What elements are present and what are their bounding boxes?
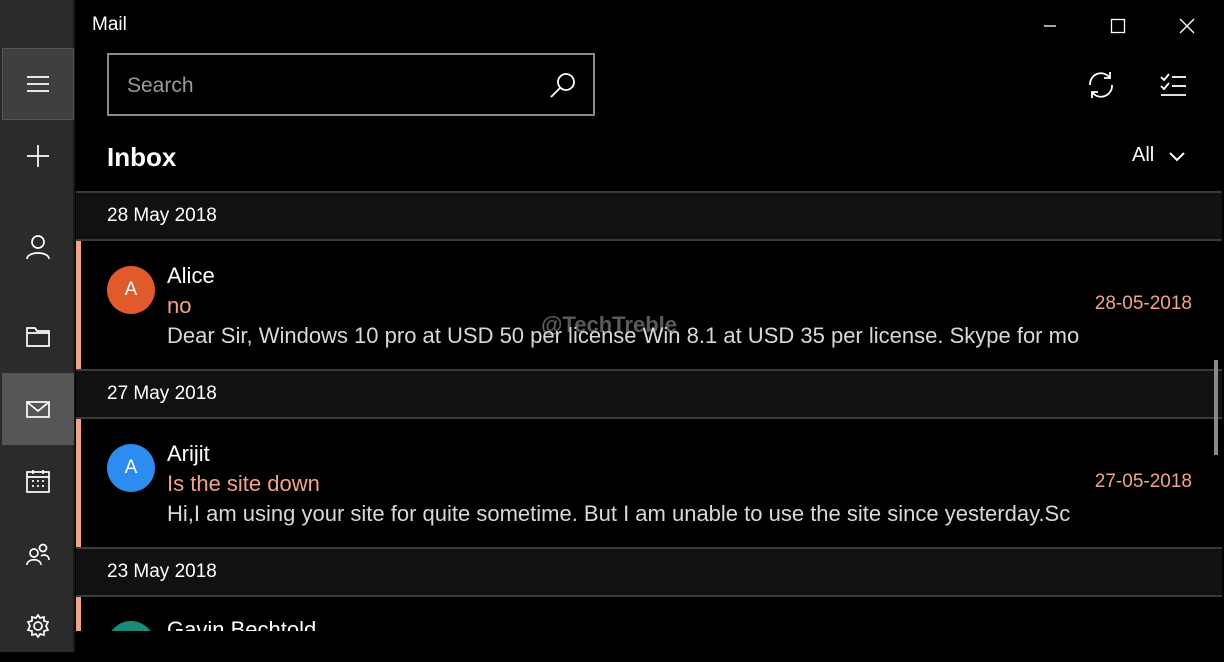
new-mail-button[interactable] <box>2 120 74 192</box>
search-box <box>107 53 595 116</box>
message-item[interactable]: A Alice no Dear Sir, Windows 10 pro at U… <box>76 241 1222 369</box>
message-list: 28 May 2018 A Alice no Dear Sir, Windows… <box>76 191 1222 631</box>
folder-title: Inbox <box>107 142 177 172</box>
scrollbar[interactable] <box>1214 360 1218 455</box>
minimize-icon <box>1044 25 1056 27</box>
hamburger-icon <box>27 76 49 92</box>
message-subject: Is the site down <box>167 471 320 496</box>
maximize-icon <box>1110 18 1126 34</box>
gear-icon <box>26 613 50 639</box>
people-button[interactable] <box>2 518 74 590</box>
avatar: A <box>107 444 155 492</box>
avatar <box>107 621 155 631</box>
plus-icon <box>27 145 49 167</box>
search-icon[interactable] <box>549 71 577 99</box>
select-mode-button[interactable] <box>1154 66 1192 104</box>
people-icon <box>26 543 50 566</box>
person-icon <box>26 235 50 260</box>
message-date: 27-05-2018 <box>1094 471 1192 492</box>
maximize-button[interactable] <box>1094 6 1142 46</box>
accounts-button[interactable] <box>2 211 74 283</box>
close-button[interactable] <box>1163 6 1211 46</box>
message-preview: Hi,I am using your site for quite someti… <box>167 501 1071 526</box>
folders-button[interactable] <box>2 300 74 372</box>
mail-button[interactable] <box>2 373 74 445</box>
message-sender: Gavin Bechtold <box>167 617 317 631</box>
message-item[interactable]: A Arijit Is the site down Hi,I am using … <box>76 419 1222 547</box>
folder-icon <box>26 327 50 347</box>
sync-button[interactable] <box>1082 66 1120 104</box>
message-preview: Dear Sir, Windows 10 pro at USD 50 per l… <box>167 323 1079 348</box>
hamburger-menu-button[interactable] <box>2 48 74 120</box>
message-date: 28-05-2018 <box>1094 293 1192 314</box>
minimize-button[interactable] <box>1026 6 1074 46</box>
select-mode-icon <box>1160 73 1186 96</box>
navigation-rail <box>0 0 75 652</box>
calendar-button[interactable] <box>2 445 74 517</box>
message-subject: no <box>167 293 192 318</box>
close-icon <box>1179 18 1195 34</box>
chevron-down-icon <box>1169 151 1185 161</box>
message-sender: Arijit <box>167 441 210 466</box>
calendar-icon <box>26 470 50 493</box>
filter-label: All <box>1132 144 1155 166</box>
date-group-header: 28 May 2018 <box>76 191 1222 241</box>
date-group-header: 23 May 2018 <box>76 547 1222 597</box>
message-item[interactable]: Gavin Bechtold <box>76 597 1222 631</box>
avatar: A <box>107 266 155 314</box>
search-input[interactable] <box>125 55 529 116</box>
settings-button[interactable] <box>2 590 74 662</box>
filter-dropdown[interactable]: All <box>1132 144 1186 167</box>
date-group-header: 27 May 2018 <box>76 369 1222 419</box>
message-sender: Alice <box>167 263 215 288</box>
app-title: Mail <box>92 14 127 35</box>
sync-icon <box>1089 72 1113 98</box>
mail-icon <box>26 401 50 418</box>
